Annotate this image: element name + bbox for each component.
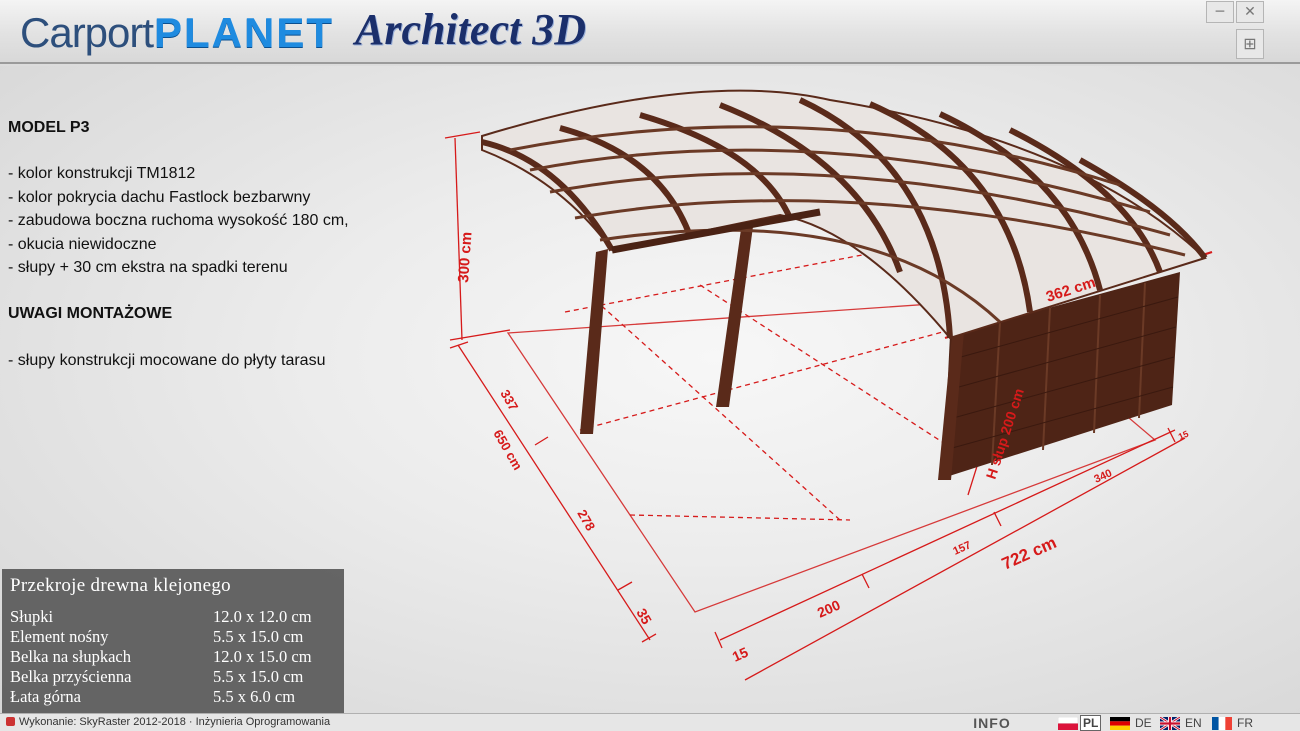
language-pl-button[interactable]: PL bbox=[1058, 715, 1102, 731]
dim-depth-seg1: 337 bbox=[497, 387, 521, 413]
dim-height: 300 cm bbox=[455, 231, 476, 283]
logo-carport-text: Carport bbox=[20, 9, 154, 56]
note-item: - słupy konstrukcji mocowane do płyty ta… bbox=[8, 351, 326, 369]
dim-depth-total: 650 cm bbox=[490, 427, 525, 473]
poland-flag-icon bbox=[1058, 716, 1078, 730]
language-en-button[interactable]: EN bbox=[1160, 715, 1205, 731]
feature-item: - kolor konstrukcji TM1812 bbox=[8, 165, 196, 183]
feature-item: - okucia niewidoczne bbox=[8, 235, 157, 253]
feature-item: - słupy + 30 cm ekstra na spadki terenu bbox=[8, 259, 288, 277]
wood-row-value: 5.5 x 15.0 cm bbox=[213, 627, 304, 646]
logo-planet-text: PLANET bbox=[154, 9, 334, 56]
minimize-button[interactable]: ─ bbox=[1206, 1, 1234, 23]
wood-row-label: Element nośny bbox=[10, 627, 109, 646]
language-fr-button[interactable]: FR bbox=[1212, 715, 1256, 731]
language-code: DE bbox=[1135, 716, 1152, 730]
wood-row-value: 5.5 x 15.0 cm bbox=[213, 667, 304, 686]
wood-row-label: Słupki bbox=[10, 607, 54, 626]
model-description: MODEL P3 - kolor konstrukcji TM1812 - ko… bbox=[8, 116, 428, 372]
language-code: FR bbox=[1237, 716, 1253, 730]
germany-flag-icon bbox=[1110, 716, 1130, 730]
credits: Wykonanie: SkyRaster 2012-2018 · Inżynie… bbox=[6, 716, 330, 728]
title-bar: Carport PLANET Architect 3D ─ ✕ ⊞ bbox=[0, 0, 1300, 64]
close-button[interactable]: ✕ bbox=[1236, 1, 1264, 23]
logo-architect-text: Architect 3D bbox=[355, 5, 586, 54]
language-code: PL bbox=[1080, 715, 1102, 731]
wood-row-value: 12.0 x 12.0 cm bbox=[213, 607, 312, 626]
france-flag-icon bbox=[1212, 716, 1232, 730]
dim-length-seg1: 200 bbox=[815, 597, 843, 621]
dim-length-seg4: 15 bbox=[1177, 429, 1190, 442]
feature-item: - kolor pokrycia dachu Fastlock bezbarwn… bbox=[8, 188, 311, 206]
notes-title: UWAGI MONTAŻOWE bbox=[8, 305, 173, 323]
wood-row-value: 12.0 x 15.0 cm bbox=[213, 647, 312, 666]
info-button[interactable]: INFO bbox=[966, 715, 1018, 731]
skyraster-logo-icon bbox=[6, 717, 15, 726]
wood-row-label: Belka przyścienna bbox=[10, 667, 132, 686]
dim-offset-small: 15 bbox=[730, 644, 751, 665]
language-code: EN bbox=[1185, 716, 1202, 730]
fullscreen-button[interactable]: ⊞ bbox=[1236, 29, 1264, 59]
wood-row-label: Belka na słupkach bbox=[10, 647, 131, 666]
dim-length-total: 722 cm bbox=[999, 533, 1059, 574]
status-bar: Wykonanie: SkyRaster 2012-2018 · Inżynie… bbox=[0, 713, 1300, 731]
uk-flag-icon bbox=[1160, 716, 1180, 730]
wood-row-value: 5.5 x 6.0 cm bbox=[213, 687, 296, 706]
dim-length-seg3: 340 bbox=[1092, 467, 1114, 485]
dim-depth-seg3: 35 bbox=[633, 606, 655, 628]
credits-text: Wykonanie: SkyRaster 2012-2018 · Inżynie… bbox=[19, 716, 331, 728]
wood-sections-panel: Przekroje drewna klejonego Słupki 12.0 x… bbox=[2, 569, 344, 713]
wood-row-label: Łata górna bbox=[10, 687, 82, 706]
wood-sections-title: Przekroje drewna klejonego bbox=[10, 575, 231, 596]
model-title: MODEL P3 bbox=[8, 119, 90, 136]
feature-item: - zabudowa boczna ruchoma wysokość 180 c… bbox=[8, 212, 349, 230]
dim-length-seg2: 157 bbox=[951, 539, 973, 557]
language-de-button[interactable]: DE bbox=[1110, 715, 1155, 731]
